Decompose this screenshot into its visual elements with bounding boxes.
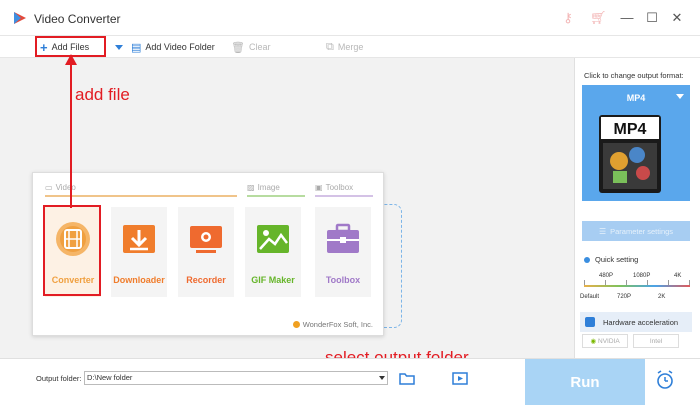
toolbox-section-label: ▣ Toolbox [315,183,353,192]
recorder-tile[interactable]: Recorder [178,207,234,297]
run-button[interactable]: Run [525,359,645,405]
merge-button[interactable]: ⧉ Merge [326,39,363,55]
mp4-format-icon: MP4 [599,115,661,193]
alarm-clock-icon[interactable] [656,370,674,390]
downloader-label: Downloader [113,275,165,285]
title-bar: Video Converter ⚷ 🛒︎ — ☐ ✕ [0,0,700,36]
image-icon [257,225,289,253]
download-icon [123,225,155,253]
quality-480p[interactable]: 480P [599,273,613,279]
nvidia-option[interactable]: ◉ NVIDIA [582,334,628,348]
merge-label: Merge [337,42,364,52]
mp4-badge-text: MP4 [614,121,647,138]
wonderfox-logo-icon [292,321,300,328]
intel-option[interactable]: Intel [633,334,679,348]
image-small-icon: ▨ [247,183,255,192]
sliders-icon: ☰ [598,226,607,236]
brand-footer: WonderFox Soft, Inc. [292,320,373,329]
parameter-settings-button[interactable]: ☰ Parameter settings [582,221,690,241]
chevron-down-icon [115,44,123,50]
hardware-acceleration-toggle[interactable]: Hardware acceleration [580,312,692,332]
close-button[interactable]: ✕ [668,9,686,27]
cart-icon[interactable]: 🛒︎ [590,10,607,26]
gif-maker-label: GIF Maker [251,275,295,285]
quality-4k[interactable]: 4K [674,273,681,279]
add-video-folder-label: Add Video Folder [145,42,215,52]
toolbox-section-text: Toolbox [325,183,354,192]
toolbox-label: Toolbox [325,275,361,285]
app-logo-icon [14,12,26,24]
quality-1080p[interactable]: 1080P [633,273,650,279]
chevron-down-icon[interactable] [379,376,385,380]
quick-setting-label: Quick setting [584,255,638,264]
trash-icon: 🗑︎ [231,41,245,54]
screen-record-icon [190,226,222,253]
quality-slider[interactable] [584,285,690,287]
clear-label: Clear [248,42,271,52]
parameter-settings-label: Parameter settings [610,226,674,236]
window-title: Video Converter [34,12,121,26]
quality-720p[interactable]: 720P [617,294,631,300]
output-format-caption: Click to change output format: [584,71,684,80]
clear-button[interactable]: 🗑︎ Clear [231,39,270,55]
nvidia-label: NVIDIA [598,337,620,345]
recorder-label: Recorder [186,275,226,285]
maximize-button[interactable]: ☐ [643,9,661,27]
folder-icon: ▤ [131,41,142,54]
add-file-annotation: add file [75,85,130,104]
add-files-dropdown[interactable] [115,39,123,55]
quick-setting-icon [584,256,590,263]
toolbox-small-icon: ▣ [315,183,323,192]
output-format-name: MP4 [626,93,646,103]
brand-text: WonderFox Soft, Inc. [302,320,373,329]
downloader-tile[interactable]: Downloader [111,207,167,297]
quality-default[interactable]: Default [580,294,599,300]
image-section-line [247,195,305,197]
output-format-panel: Click to change output format: MP4 MP4 ☰… [574,58,700,358]
intel-label: Intel [649,337,663,345]
output-format-selector[interactable]: MP4 MP4 [582,85,690,201]
image-section-text: Image [257,183,280,192]
toolbox-section-line [315,195,373,197]
output-folder-label: Output folder: [36,374,82,383]
key-icon[interactable]: ⚷ [560,10,576,26]
converter-highlight [43,205,101,296]
image-section-label: ▨ Image [247,183,280,192]
add-video-folder-button[interactable]: ▤ Add Video Folder [131,39,215,55]
merge-icon: ⧉ [326,40,334,53]
gif-maker-tile[interactable]: GIF Maker [245,207,301,297]
chevron-down-icon [676,94,684,99]
minimize-button[interactable]: — [618,9,636,27]
toolbox-icon [327,223,359,253]
bottom-bar: Output folder: D:\New folder Run [0,358,700,405]
output-folder-field[interactable]: D:\New folder [84,371,388,385]
checkbox-icon [585,317,595,327]
arrow-up-icon [65,54,77,208]
video-icon: ▭ [45,183,53,192]
open-output-folder-icon[interactable] [452,371,468,385]
quick-setting-text: Quick setting [595,255,639,264]
hardware-acceleration-label: Hardware acceleration [603,317,679,327]
nvidia-logo-icon: ◉ [590,338,596,345]
toolbox-tile[interactable]: Toolbox [315,207,371,297]
quality-2k[interactable]: 2K [658,294,665,300]
browse-folder-icon[interactable] [399,371,415,385]
